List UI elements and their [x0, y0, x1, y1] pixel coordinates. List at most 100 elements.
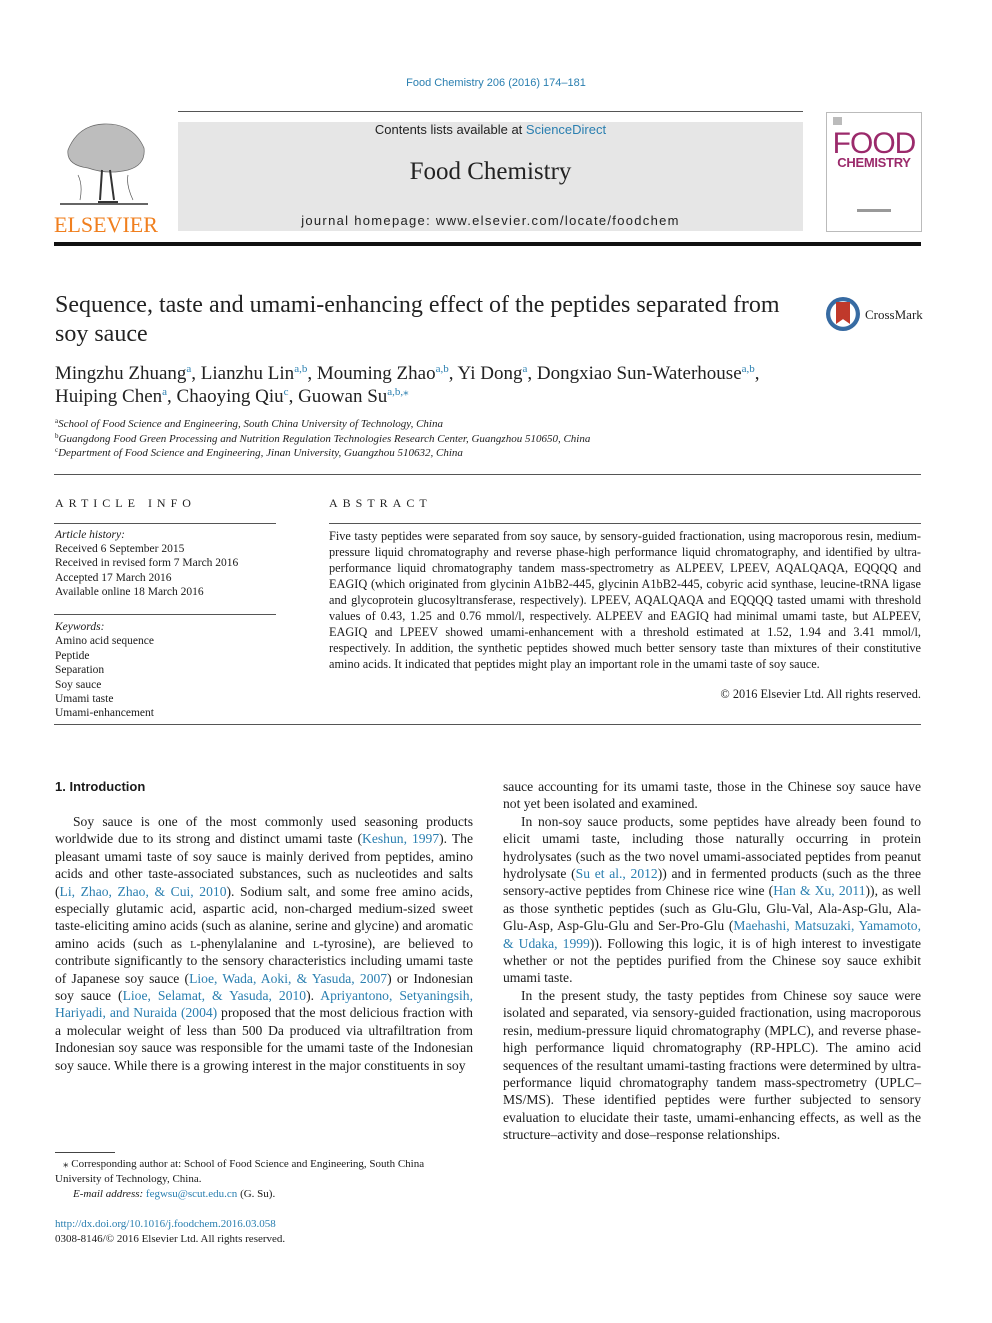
journal-title: Food Chemistry	[409, 158, 572, 185]
author-name: Lianzhu Lin	[200, 363, 295, 384]
citation-link[interactable]: Lioe, Wada, Aoki, & Yasuda, 2007	[189, 971, 387, 986]
author-affil-sup[interactable]: a	[162, 386, 167, 398]
article-info-rule	[54, 523, 276, 524]
email-link[interactable]: fegwsu@scut.edu.cn	[146, 1188, 237, 1200]
keywords-label: Keywords:	[55, 621, 105, 633]
cover-editor-line	[857, 209, 891, 212]
author-name: Chaoying Qiu	[176, 386, 284, 407]
history-item: Accepted 17 March 2016	[55, 571, 172, 584]
abstract-rule	[329, 523, 921, 524]
author[interactable]: Yi Donga	[458, 363, 528, 384]
section-rule	[54, 474, 921, 475]
author-name: Mingzhu Zhuang	[55, 363, 187, 384]
abstract-text: Five tasty peptides were separated from …	[329, 529, 921, 671]
keyword: Soy sauce	[55, 678, 102, 691]
journal-header-banner: Contents lists available at ScienceDirec…	[178, 122, 803, 231]
affiliation-a: aSchool of Food Science and Engineering,…	[55, 417, 925, 432]
author-list: Mingzhu Zhuanga, Lianzhu Lina,b, Mouming…	[55, 363, 760, 407]
author-affil-sup[interactable]: a,b	[294, 363, 307, 375]
citation-link[interactable]: Keshun, 1997	[362, 831, 439, 846]
footnote: ⁎ Corresponding author at: School of Foo…	[55, 1157, 473, 1202]
abstract-bottom-rule	[54, 724, 921, 725]
keyword: Umami taste	[55, 693, 114, 706]
doi-block: http://dx.doi.org/10.1016/j.foodchem.201…	[55, 1217, 473, 1246]
header-rule	[178, 111, 803, 112]
keyword: Amino acid sequence	[55, 635, 154, 648]
email-label: E-mail address:	[73, 1188, 146, 1200]
history-item: Received in revised form 7 March 2016	[55, 557, 239, 570]
cover-title-chemistry: CHEMISTRY	[837, 155, 911, 170]
journal-cover-thumbnail[interactable]: FOOD CHEMISTRY	[826, 112, 922, 232]
keyword: Peptide	[55, 649, 90, 662]
intro-paragraph-2: In non-soy sauce products, some peptides…	[503, 813, 921, 986]
author-name: Dongxiao Sun-Waterhouse	[536, 363, 742, 384]
author-affil-sup[interactable]: c	[284, 386, 289, 398]
elsevier-wordmark: ELSEVIER	[54, 212, 158, 237]
contents-line: Contents lists available at ScienceDirec…	[178, 122, 803, 137]
stereo-prefix: l	[190, 935, 197, 951]
author[interactable]: Huiping Chena	[55, 386, 167, 407]
keywords: Keywords: Amino acid sequence Peptide Se…	[55, 620, 277, 721]
keywords-rule	[54, 614, 276, 615]
sciencedirect-link[interactable]: ScienceDirect	[526, 122, 606, 137]
corresponding-author-note: ⁎ Corresponding author at: School of Foo…	[55, 1158, 425, 1185]
footnote-rule	[55, 1152, 115, 1153]
article-history: Article history: Received 6 September 20…	[55, 528, 277, 599]
keyword: Separation	[55, 664, 105, 677]
journal-citation-link[interactable]: Food Chemistry 206 (2016) 174–181	[0, 77, 992, 89]
author[interactable]: Guowan Sua,b,⁎	[298, 386, 409, 407]
citation-link[interactable]: Lioe, Selamat, & Yasuda, 2010	[123, 988, 307, 1003]
affiliation-b: bGuangdong Food Green Processing and Nut…	[55, 432, 925, 447]
intro-paragraph-1: Soy sauce is one of the most commonly us…	[55, 814, 474, 1073]
author-affil-sup[interactable]: a,b	[436, 363, 449, 375]
intro-paragraph-3: In the present study, the tasty peptides…	[503, 987, 921, 1143]
author-name: Huiping Chen	[55, 386, 163, 407]
affil-text: Department of Food Science and Engineeri…	[58, 447, 463, 459]
author-name: Mouming Zhao	[316, 363, 436, 384]
abstract-copyright: © 2016 Elsevier Ltd. All rights reserved…	[720, 687, 921, 701]
author[interactable]: Lianzhu Lina,b	[201, 363, 308, 384]
section-heading-introduction: 1. Introduction	[55, 779, 146, 794]
affiliation-c: cDepartment of Food Science and Engineer…	[55, 446, 925, 461]
author-affil-sup[interactable]: a,b,⁎	[387, 386, 408, 398]
author[interactable]: Mouming Zhaoa,b	[317, 363, 449, 384]
issn-copyright: 0308-8146/© 2016 Elsevier Ltd. All right…	[55, 1232, 286, 1245]
email-suffix: (G. Su).	[237, 1188, 276, 1200]
author-name: Yi Dong	[457, 363, 523, 384]
citation-link[interactable]: Li, Zhao, Zhao, & Cui, 2010	[60, 884, 227, 899]
abstract-heading: ABSTRACT	[329, 496, 432, 510]
journal-homepage[interactable]: journal homepage: www.elsevier.com/locat…	[178, 213, 803, 228]
affil-text: School of Food Science and Engineering, …	[58, 418, 443, 430]
email-line: E-mail address: fegwsu@scut.edu.cn (G. S…	[55, 1187, 473, 1202]
history-label: Article history:	[55, 529, 125, 541]
author[interactable]: Chaoying Qiuc	[177, 386, 289, 407]
citation-link[interactable]: Han & Xu, 2011	[773, 883, 865, 898]
author-affil-sup[interactable]: a,b	[742, 363, 755, 375]
intro-paragraph-1-continued: sauce accounting for its umami taste, th…	[503, 779, 921, 812]
citation-link[interactable]: Maehashi, Matsuzaki, Yamamoto, & Udaka, …	[503, 918, 921, 950]
author-affil-sup[interactable]: a	[522, 363, 527, 375]
keyword: Umami-enhancement	[55, 707, 154, 720]
body-column-left: Soy sauce is one of the most commonly us…	[55, 813, 473, 1074]
elsevier-tree-icon	[60, 123, 148, 205]
crossmark-label: CrossMark	[865, 307, 923, 322]
affiliations: aSchool of Food Science and Engineering,…	[55, 417, 925, 461]
history-item: Available online 18 March 2016	[55, 585, 204, 598]
history-item: Received 6 September 2015	[55, 543, 185, 556]
author-name: Guowan Su	[298, 386, 388, 407]
contents-prefix: Contents lists available at	[374, 122, 526, 137]
author[interactable]: Mingzhu Zhuanga	[55, 363, 191, 384]
article-title: Sequence, taste and umami-enhancing effe…	[55, 292, 780, 347]
author-affil-sup[interactable]: a	[186, 363, 191, 375]
affil-text: Guangdong Food Green Processing and Nutr…	[58, 432, 591, 445]
citation-link[interactable]: Su et al., 2012	[576, 866, 658, 881]
stereo-prefix: l	[313, 935, 320, 951]
elsevier-logo: ELSEVIER	[54, 120, 158, 238]
author[interactable]: Dongxiao Sun-Waterhousea,b	[537, 363, 755, 384]
body-column-right: sauce accounting for its umami taste, th…	[503, 778, 921, 1144]
doi-link[interactable]: http://dx.doi.org/10.1016/j.foodchem.201…	[55, 1217, 473, 1232]
article-info-heading: ARTICLE INFO	[55, 496, 196, 510]
header-thick-rule	[54, 242, 921, 246]
cover-publisher-icon	[833, 117, 842, 125]
crossmark-button[interactable]: CrossMark	[826, 297, 926, 333]
